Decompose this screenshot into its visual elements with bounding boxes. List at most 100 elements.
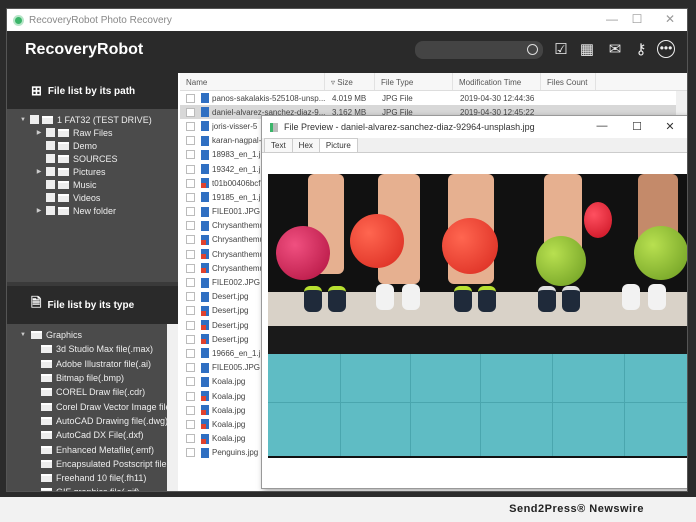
folder-icon bbox=[58, 180, 69, 189]
file-checkbox[interactable] bbox=[186, 235, 195, 245]
path-tree-item[interactable]: ▶ New folder bbox=[7, 204, 178, 217]
image-file-icon bbox=[201, 277, 209, 288]
tree-item-label: 1 FAT32 (TEST DRIVE) bbox=[57, 114, 152, 125]
type-tree-item[interactable]: GIF graphics file(.gif) bbox=[7, 485, 178, 491]
file-checkbox[interactable] bbox=[186, 391, 195, 401]
type-tree-item[interactable]: Bitmap file(.bmp) bbox=[7, 371, 178, 385]
column-name[interactable]: Name bbox=[180, 73, 325, 90]
expand-arrow-icon[interactable]: ▶ bbox=[35, 168, 43, 175]
file-checkbox[interactable] bbox=[186, 107, 195, 117]
path-tree-item[interactable]: Videos bbox=[7, 191, 178, 204]
column-file-type[interactable]: File Type bbox=[375, 73, 453, 90]
file-checkbox[interactable] bbox=[186, 448, 195, 458]
file-checkbox[interactable] bbox=[186, 434, 195, 444]
type-tree-item[interactable]: AutoCad DX File(.dxf) bbox=[7, 428, 178, 442]
path-tree-item[interactable]: ▶ Raw Files bbox=[7, 126, 178, 139]
type-tree: ▼ Graphics 3d Studio Max file(.max) Adobe I… bbox=[7, 324, 178, 491]
column-modification-time[interactable]: Modification Time bbox=[453, 73, 541, 90]
file-checkbox[interactable] bbox=[186, 192, 195, 202]
column-size[interactable]: ▿ Size bbox=[325, 73, 375, 90]
file-checkbox[interactable] bbox=[186, 278, 195, 288]
file-checkbox[interactable] bbox=[186, 150, 195, 160]
tab-picture[interactable]: Picture bbox=[318, 138, 358, 152]
watermark: Send2Press® Newswire bbox=[509, 503, 644, 515]
file-checkbox[interactable] bbox=[186, 320, 195, 330]
path-tree-item[interactable]: Demo bbox=[7, 139, 178, 152]
type-tree-item[interactable]: ▼ Graphics bbox=[7, 328, 178, 342]
preview-close-button[interactable]: ✕ bbox=[660, 120, 680, 133]
file-checkbox[interactable] bbox=[186, 207, 195, 217]
image-file-icon bbox=[201, 206, 209, 217]
file-size: 4.019 MB bbox=[332, 93, 367, 103]
file-checkbox[interactable] bbox=[186, 121, 195, 131]
file-checkbox[interactable] bbox=[186, 178, 195, 188]
collapse-arrow-icon[interactable]: ▼ bbox=[19, 117, 27, 123]
collapse-arrow-icon[interactable]: ▼ bbox=[19, 332, 27, 338]
close-button[interactable]: ✕ bbox=[655, 12, 685, 26]
type-tree-item[interactable]: AutoCAD Drawing file(.dwg) bbox=[7, 414, 178, 428]
file-checkbox[interactable] bbox=[186, 377, 195, 387]
preview-minimize-button[interactable]: — bbox=[592, 120, 612, 132]
type-tree-item[interactable]: Adobe Illustrator file(.ai) bbox=[7, 357, 178, 371]
type-section-header[interactable]: 🗎 File list by its type bbox=[7, 286, 178, 324]
type-tree-item[interactable]: Encapsulated Postscript file(.e bbox=[7, 457, 178, 471]
path-tree-item[interactable]: SOURCES bbox=[7, 152, 178, 165]
file-checkbox[interactable] bbox=[186, 93, 195, 103]
expand-arrow-icon[interactable]: ▶ bbox=[35, 207, 43, 214]
file-list-header: Name ▿ Size File Type Modification Time … bbox=[180, 73, 687, 91]
feedback-icon[interactable]: ✉ bbox=[605, 40, 625, 60]
tree-checkbox[interactable] bbox=[46, 154, 55, 163]
path-tree-item[interactable]: ▶ Pictures bbox=[7, 165, 178, 178]
path-section-header[interactable]: ⊞ File list by its path bbox=[7, 73, 178, 109]
type-tree-item[interactable]: Corel Draw Vector Image file( bbox=[7, 399, 178, 413]
file-checkbox[interactable] bbox=[186, 419, 195, 429]
tree-checkbox[interactable] bbox=[46, 193, 55, 202]
file-checkbox[interactable] bbox=[186, 164, 195, 174]
select-all-icon[interactable]: ☑ bbox=[551, 40, 571, 60]
preview-maximize-button[interactable]: ☐ bbox=[627, 120, 647, 133]
type-tree-scrollbar[interactable] bbox=[167, 324, 178, 491]
file-checkbox[interactable] bbox=[186, 348, 195, 358]
tree-checkbox[interactable] bbox=[46, 141, 55, 150]
file-checkbox[interactable] bbox=[186, 405, 195, 415]
file-checkbox[interactable] bbox=[186, 221, 195, 231]
preview-image bbox=[268, 174, 687, 458]
file-checkbox[interactable] bbox=[186, 363, 195, 373]
file-checkbox[interactable] bbox=[186, 136, 195, 146]
file-checkbox[interactable] bbox=[186, 263, 195, 273]
image-file-icon bbox=[201, 149, 209, 160]
path-tree-item[interactable]: Music bbox=[7, 178, 178, 191]
tree-item-label: AutoCad DX File(.dxf) bbox=[56, 430, 144, 441]
search-icon[interactable] bbox=[527, 44, 538, 55]
search-input[interactable] bbox=[415, 41, 543, 59]
tree-item-label: Bitmap file(.bmp) bbox=[56, 373, 125, 384]
expand-arrow-icon[interactable]: ▶ bbox=[35, 129, 43, 136]
file-row[interactable]: panos-sakalakis-525108-unsp... 4.019 MB JP… bbox=[180, 91, 687, 105]
tab-hex[interactable]: Hex bbox=[291, 138, 320, 152]
sitemap-icon: ⊞ bbox=[31, 83, 42, 98]
tree-checkbox[interactable] bbox=[46, 180, 55, 189]
file-checkbox[interactable] bbox=[186, 292, 195, 302]
grid-view-icon[interactable]: ▦ bbox=[577, 40, 597, 60]
column-files-count[interactable]: Files Count bbox=[541, 73, 596, 90]
maximize-button[interactable]: ☐ bbox=[622, 12, 652, 26]
image-tile-line bbox=[552, 354, 553, 456]
file-checkbox[interactable] bbox=[186, 306, 195, 316]
tree-checkbox[interactable] bbox=[46, 128, 55, 137]
more-icon[interactable]: ••• bbox=[657, 40, 675, 58]
type-tree-item[interactable]: 3d Studio Max file(.max) bbox=[7, 342, 178, 356]
type-tree-item[interactable]: Freehand 10 file(.fh11) bbox=[7, 471, 178, 485]
tree-checkbox[interactable] bbox=[46, 206, 55, 215]
key-icon[interactable]: ⚷ bbox=[631, 40, 651, 60]
folder-icon bbox=[41, 374, 52, 383]
tab-text[interactable]: Text bbox=[264, 138, 293, 152]
tree-checkbox[interactable] bbox=[30, 115, 39, 124]
folder-icon bbox=[41, 459, 52, 468]
path-tree-item[interactable]: ▼ 1 FAT32 (TEST DRIVE) bbox=[7, 113, 178, 126]
tree-checkbox[interactable] bbox=[46, 167, 55, 176]
file-checkbox[interactable] bbox=[186, 334, 195, 344]
type-tree-item[interactable]: COREL Draw file(.cdr) bbox=[7, 385, 178, 399]
image-file-icon bbox=[201, 164, 209, 175]
type-tree-item[interactable]: Enhanced Metafile(.emf) bbox=[7, 442, 178, 456]
file-checkbox[interactable] bbox=[186, 249, 195, 259]
